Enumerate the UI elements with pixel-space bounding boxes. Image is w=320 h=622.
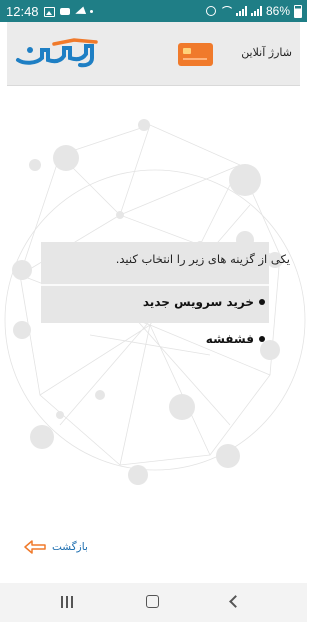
option-fashfasheh[interactable]: فشفشه <box>206 332 265 346</box>
bullet-icon <box>259 299 265 305</box>
signal-2-icon <box>250 6 262 16</box>
back-label: بازگشت <box>52 541 88 553</box>
battery-percent: 86% <box>265 4 290 18</box>
status-time: 12:48 <box>6 4 39 19</box>
system-back-icon[interactable] <box>229 595 242 608</box>
signal-icon <box>235 6 247 16</box>
message-icon <box>59 8 70 15</box>
system-nav-bar <box>0 583 307 622</box>
choice-prompt: یکی از گزینه های زیر را انتخاب کنید. <box>115 252 290 266</box>
wifi-icon <box>219 6 234 16</box>
notification-dot-icon <box>89 10 93 13</box>
option-label: خرید سرویس جدید <box>142 295 254 309</box>
battery-icon <box>294 4 302 18</box>
credit-card-icon <box>178 43 213 66</box>
mahan-logo <box>16 38 98 68</box>
app-header: شارژ آنلاین <box>7 22 300 86</box>
status-bar: 12:48 86% <box>0 0 307 22</box>
panel-divider <box>41 284 269 286</box>
home-icon[interactable] <box>146 595 159 608</box>
back-arrow-icon <box>24 540 46 554</box>
telegram-icon <box>73 6 86 17</box>
option-label: فشفشه <box>205 332 254 346</box>
page-title: شارژ آنلاین <box>241 46 292 59</box>
recent-apps-icon[interactable] <box>61 596 73 608</box>
alarm-icon <box>205 6 216 16</box>
bullet-icon <box>259 336 265 342</box>
gallery-icon <box>43 6 55 17</box>
option-new-service[interactable]: خرید سرویس جدید <box>143 295 265 309</box>
back-button[interactable]: بازگشت <box>24 540 88 554</box>
